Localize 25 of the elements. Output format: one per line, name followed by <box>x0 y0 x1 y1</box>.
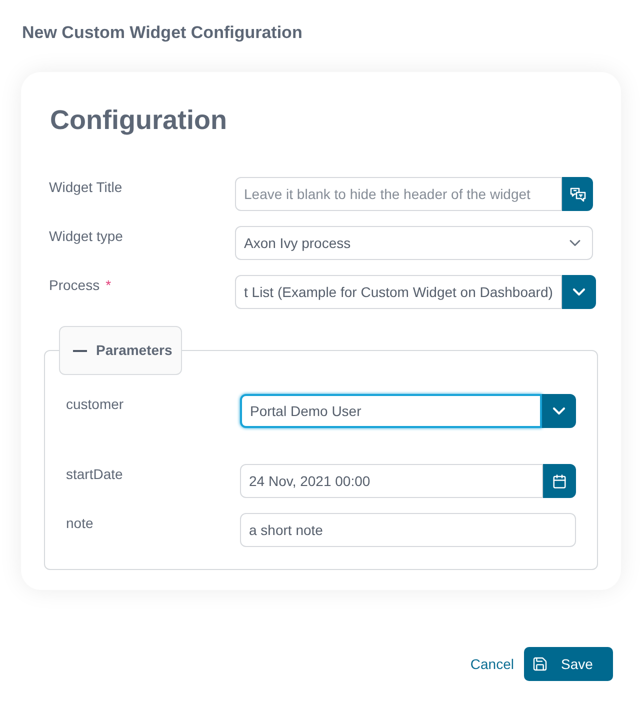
dropdown-field[interactable]: Portal Demo User <box>240 394 542 428</box>
calendar-icon <box>552 474 567 488</box>
field-label: startDate <box>66 465 123 484</box>
cancel-link[interactable]: Cancel <box>470 654 514 674</box>
translate-button[interactable] <box>562 177 593 211</box>
minus-icon <box>73 350 87 352</box>
dropdown-field[interactable]: t List (Example for Custom Widget on Dashboard) <box>235 275 562 309</box>
field-label: Widget type <box>49 227 123 246</box>
field-label: Process <box>49 276 100 295</box>
calendar-button[interactable] <box>543 464 576 498</box>
parameters-toggle[interactable]: Parameters <box>59 326 182 375</box>
dropdown-field[interactable]: Axon Ivy process <box>235 226 593 260</box>
save-button[interactable]: Save <box>524 647 613 681</box>
section-heading: Configuration <box>50 104 227 137</box>
required-mark: * <box>106 276 112 295</box>
text-field[interactable]: a short note <box>240 513 576 547</box>
dropdown-button[interactable] <box>562 275 596 309</box>
dropdown-button[interactable] <box>542 394 576 428</box>
speech-bubbles-icon <box>570 186 586 202</box>
dialog-title: New Custom Widget Configuration <box>22 22 302 44</box>
date-field[interactable]: 24 Nov, 2021 00:00 <box>240 464 543 498</box>
field-label: note <box>66 514 94 533</box>
field-label: customer <box>66 395 124 414</box>
text-field[interactable]: Leave it blank to hide the header of the widget <box>235 177 562 211</box>
field-label: Widget Title <box>49 178 122 197</box>
